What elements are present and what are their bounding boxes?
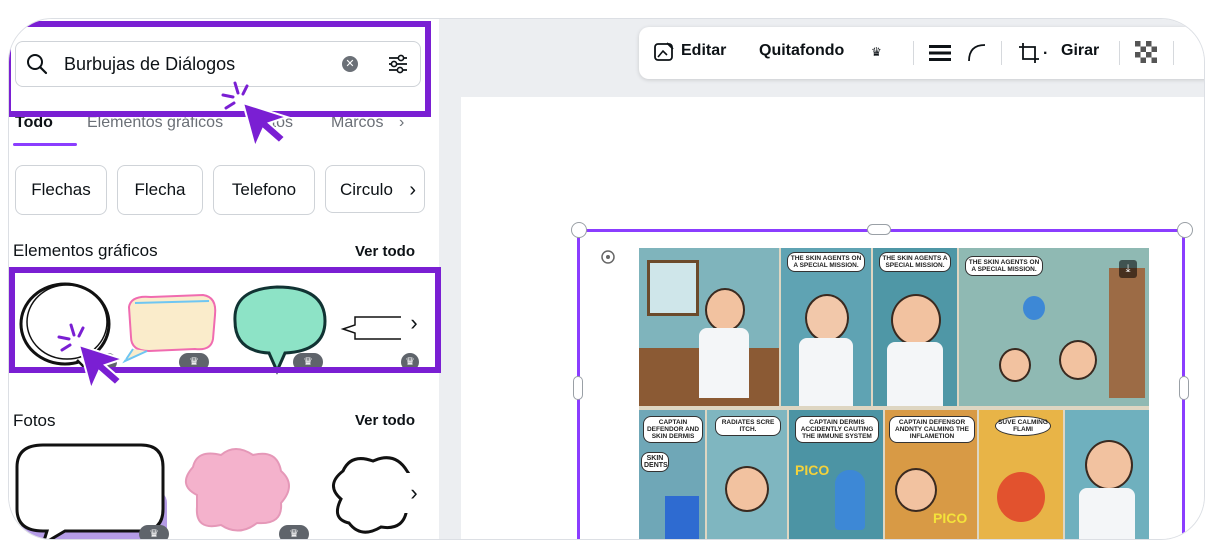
comic-panel: [639, 248, 779, 406]
character-face: [891, 294, 941, 346]
toolbar-divider: [913, 41, 914, 65]
character-face: [895, 468, 937, 512]
comic-panel: RADIATES SCRE ITCH.: [707, 410, 787, 539]
chips-next-icon[interactable]: ›: [409, 166, 416, 214]
window: [647, 260, 699, 316]
blue-creature: [835, 470, 865, 530]
comic-speech-bubble: RADIATES SCRE ITCH.: [715, 416, 781, 436]
comic-image[interactable]: THE SKIN AGENTS ON A SPECIAL MISSION. TH…: [639, 248, 1149, 539]
lab-coat: [699, 328, 749, 398]
edit-image-icon: [654, 42, 674, 61]
comic-panel: [1065, 410, 1149, 539]
corner-rounding-icon[interactable]: [965, 41, 987, 63]
hero-costume: [665, 496, 699, 539]
character-face: [1059, 340, 1097, 380]
download-icon[interactable]: ⤓: [1119, 260, 1137, 278]
transparency-icon[interactable]: [1135, 41, 1157, 63]
search-highlight-box: [9, 21, 431, 117]
premium-crown-icon: ♛: [871, 45, 882, 59]
resize-handle-left[interactable]: [573, 376, 583, 400]
premium-crown-icon: ♛: [139, 525, 169, 539]
border-style-icon[interactable]: [929, 43, 951, 63]
chip-circulo-label: Circulo: [340, 180, 393, 199]
edit-button[interactable]: Editar: [681, 42, 726, 60]
toolbar-divider: [1119, 41, 1120, 65]
comic-panel: CAPTAIN DERMIS ACCIDENTLY CAUTING THE IM…: [789, 410, 883, 539]
crop-icon[interactable]: [1017, 41, 1041, 65]
photos-see-all-link[interactable]: Ver todo: [355, 412, 415, 429]
lab-coat: [799, 338, 853, 406]
chip-telefono[interactable]: Telefono: [213, 165, 315, 215]
photos-section-title: Fotos: [13, 411, 56, 430]
comic-panel: SUVE CALMING FLAMI: [979, 410, 1063, 539]
comic-panel: CAPTAIN DEFENSOR ANDNTY CALMING THE INFL…: [885, 410, 977, 539]
inflammation-creature: [997, 472, 1045, 522]
character-face: [999, 348, 1031, 382]
active-tab-indicator: [13, 143, 77, 146]
click-cursor-icon: [57, 323, 127, 392]
photo-speech-bubble-2[interactable]: [177, 445, 297, 540]
chip-flecha[interactable]: Flecha: [117, 165, 203, 215]
comic-speech-bubble: THE SKIN AGENTS ON A SPECIAL MISSION.: [787, 252, 865, 272]
resize-handle-right[interactable]: [1179, 376, 1189, 400]
crop-dot: .: [1043, 41, 1048, 58]
comic-panel: THE SKIN AGENTS A SPECIAL MISSION.: [873, 248, 957, 406]
lab-coat: [1079, 488, 1135, 539]
comic-speech-bubble: CAPTAIN DEFENSOR ANDNTY CALMING THE INFL…: [889, 416, 975, 443]
bookshelf: [1109, 268, 1145, 398]
comic-label: PICO: [795, 462, 830, 478]
rotate-button[interactable]: Girar: [1061, 42, 1099, 60]
app-window: Burbujas de Diálogos ✕ Todo Elementos gr…: [8, 18, 1205, 540]
toolbar-divider: [1001, 41, 1002, 65]
click-cursor-icon: [221, 81, 291, 150]
ai-generated-icon: [601, 250, 615, 264]
comic-speech-bubble: CAPTAIN DEFENDOR AND SKIN DERMIS: [643, 416, 703, 443]
character-face: [725, 466, 769, 512]
resize-handle-top[interactable]: [867, 224, 891, 235]
blue-creature: [1023, 296, 1045, 320]
comic-speech-bubble: SUVE CALMING FLAMI: [995, 416, 1051, 436]
comic-label: SKIN DENTS: [641, 452, 669, 472]
toolbar-divider: [1173, 41, 1174, 65]
chip-flechas[interactable]: Flechas: [15, 165, 107, 215]
photos-next-icon[interactable]: ›: [401, 473, 427, 513]
character-face: [1085, 440, 1133, 490]
graphics-see-all-link[interactable]: Ver todo: [355, 243, 415, 260]
comic-label: PICO: [933, 510, 968, 526]
character-face: [705, 288, 745, 332]
bg-remover-button[interactable]: Quitafondo: [759, 42, 844, 60]
comic-panel: CAPTAIN DEFENDOR AND SKIN DERMIS SKIN DE…: [639, 410, 705, 539]
image-toolbar: Editar Quitafondo ♛ . Girar: [639, 27, 1204, 79]
lab-coat: [887, 342, 943, 406]
graphics-section-title: Elementos gráficos: [13, 241, 158, 260]
comic-panel: THE SKIN AGENTS ON A SPECIAL MISSION.: [781, 248, 871, 406]
resize-handle-top-left[interactable]: [571, 222, 587, 238]
premium-crown-icon: ♛: [279, 525, 309, 539]
comic-speech-bubble: THE SKIN AGENTS ON A SPECIAL MISSION.: [965, 256, 1043, 276]
comic-speech-bubble: CAPTAIN DERMIS ACCIDENTLY CAUTING THE IM…: [795, 416, 879, 443]
comic-speech-bubble: THE SKIN AGENTS A SPECIAL MISSION.: [879, 252, 951, 272]
resize-handle-top-right[interactable]: [1177, 222, 1193, 238]
character-face: [805, 294, 849, 342]
chip-circulo[interactable]: Circulo ›: [325, 165, 425, 213]
